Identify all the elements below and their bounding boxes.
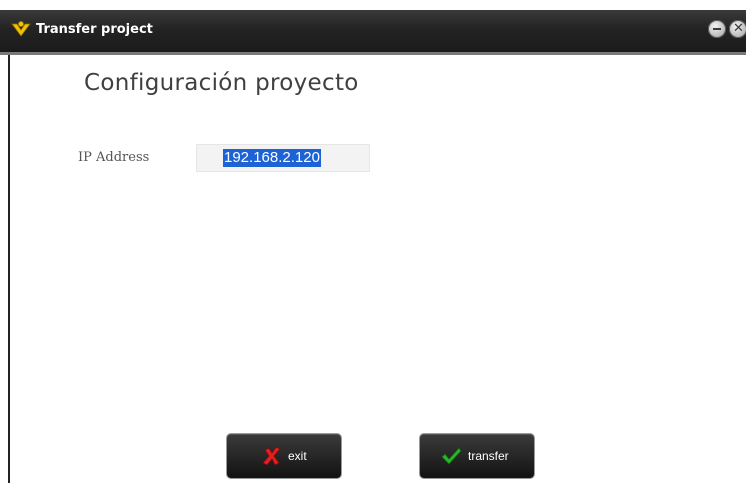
green-check-icon bbox=[441, 447, 462, 465]
exit-button[interactable]: exit bbox=[227, 434, 341, 478]
transfer-button[interactable]: transfer bbox=[420, 434, 534, 478]
close-icon[interactable]: ✕ bbox=[729, 20, 746, 38]
transfer-project-window: Transfer project ✕ Configuración proyect… bbox=[0, 0, 746, 483]
window-title: Transfer project bbox=[36, 22, 153, 37]
ip-address-selected-text: 192.168.2.120 bbox=[223, 149, 321, 167]
minimize-icon[interactable] bbox=[708, 20, 726, 38]
ip-address-label: IP Address bbox=[78, 150, 150, 165]
page-title: Configuración proyecto bbox=[84, 70, 359, 96]
title-bar-divider bbox=[0, 52, 746, 55]
red-x-icon bbox=[262, 446, 281, 466]
exit-button-label: exit bbox=[288, 449, 307, 463]
transfer-button-label: transfer bbox=[468, 449, 509, 463]
window-left-border bbox=[8, 55, 10, 483]
app-logo-icon bbox=[11, 21, 31, 37]
ip-address-input[interactable]: 192.168.2.120 bbox=[196, 144, 370, 172]
